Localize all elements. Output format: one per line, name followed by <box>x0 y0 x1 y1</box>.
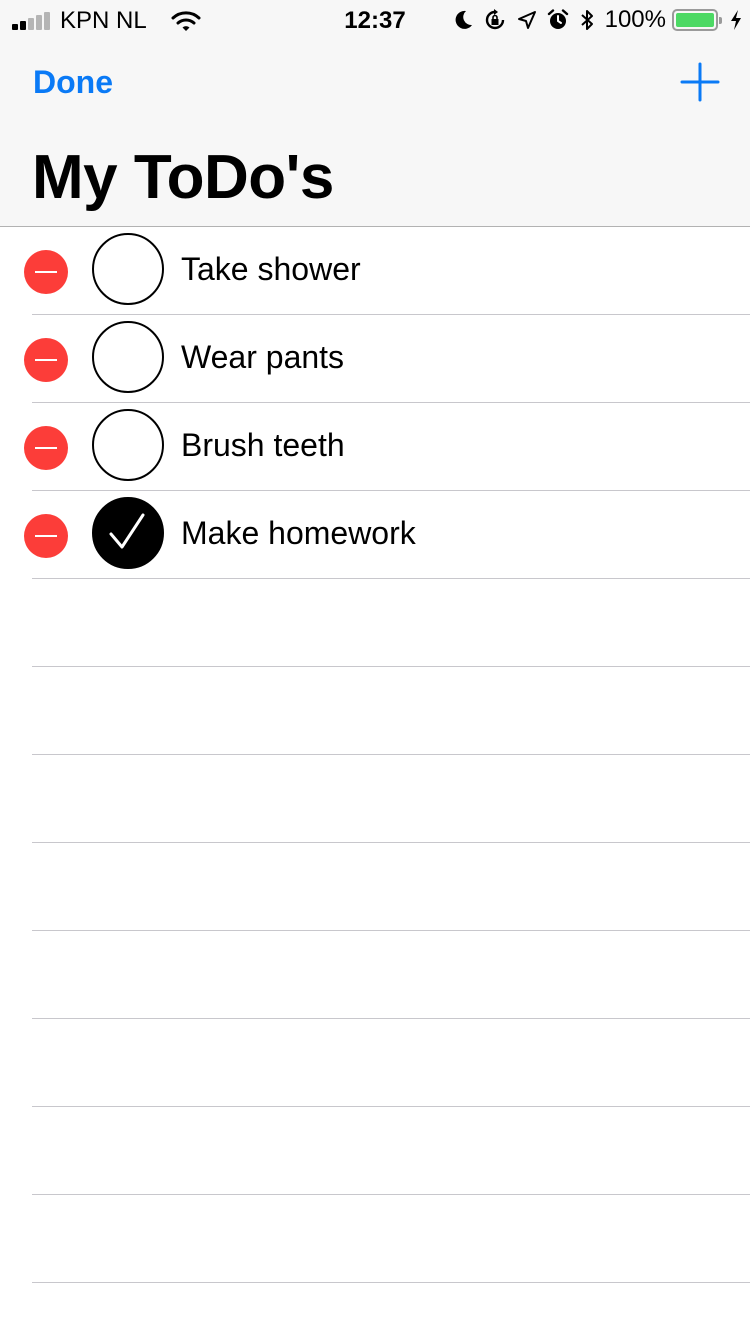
todo-label: Brush teeth <box>181 427 345 463</box>
alarm-icon <box>547 9 569 31</box>
todo-label: Wear pants <box>181 339 345 375</box>
done-button[interactable]: Done <box>33 64 113 101</box>
location-icon <box>517 10 537 30</box>
delete-icon[interactable] <box>24 338 68 382</box>
status-bar-right: 100% <box>443 6 742 34</box>
rotation-lock-icon <box>483 8 507 32</box>
bluetooth-icon <box>579 8 595 32</box>
todo-row[interactable]: Brush teeth <box>0 403 750 491</box>
todo-label: Take shower <box>181 251 361 287</box>
unchecked-circle-icon[interactable] <box>92 321 164 393</box>
todo-row[interactable]: Take shower <box>0 227 750 315</box>
todo-row[interactable]: Wear pants <box>0 315 750 403</box>
empty-row <box>0 931 750 1019</box>
empty-row <box>0 1019 750 1107</box>
unchecked-circle-icon[interactable] <box>92 409 164 481</box>
battery-percentage: 100% <box>604 6 666 33</box>
navigation-bar: Done My ToDo's <box>0 40 750 227</box>
battery-icon <box>672 9 722 31</box>
empty-row <box>0 667 750 755</box>
todo-row[interactable]: Make homework <box>0 491 750 579</box>
delete-icon[interactable] <box>24 250 68 294</box>
empty-row <box>0 1283 750 1334</box>
charging-icon <box>730 9 742 31</box>
checked-circle-icon[interactable] <box>92 497 164 569</box>
plus-icon[interactable] <box>680 62 720 102</box>
moon-icon <box>453 9 473 31</box>
empty-row <box>0 1107 750 1195</box>
delete-icon[interactable] <box>24 514 68 558</box>
todo-list: Take shower Wear pants Brush teeth Make hom… <box>0 227 750 1334</box>
todo-label: Make homework <box>181 515 416 551</box>
delete-icon[interactable] <box>24 426 68 470</box>
empty-row <box>0 579 750 667</box>
empty-row <box>0 843 750 931</box>
status-bar: KPN NL 12:37 100% <box>0 0 750 40</box>
empty-row <box>0 755 750 843</box>
unchecked-circle-icon[interactable] <box>92 233 164 305</box>
page-title: My ToDo's <box>32 143 334 212</box>
battery-level <box>676 13 714 27</box>
empty-row <box>0 1195 750 1283</box>
